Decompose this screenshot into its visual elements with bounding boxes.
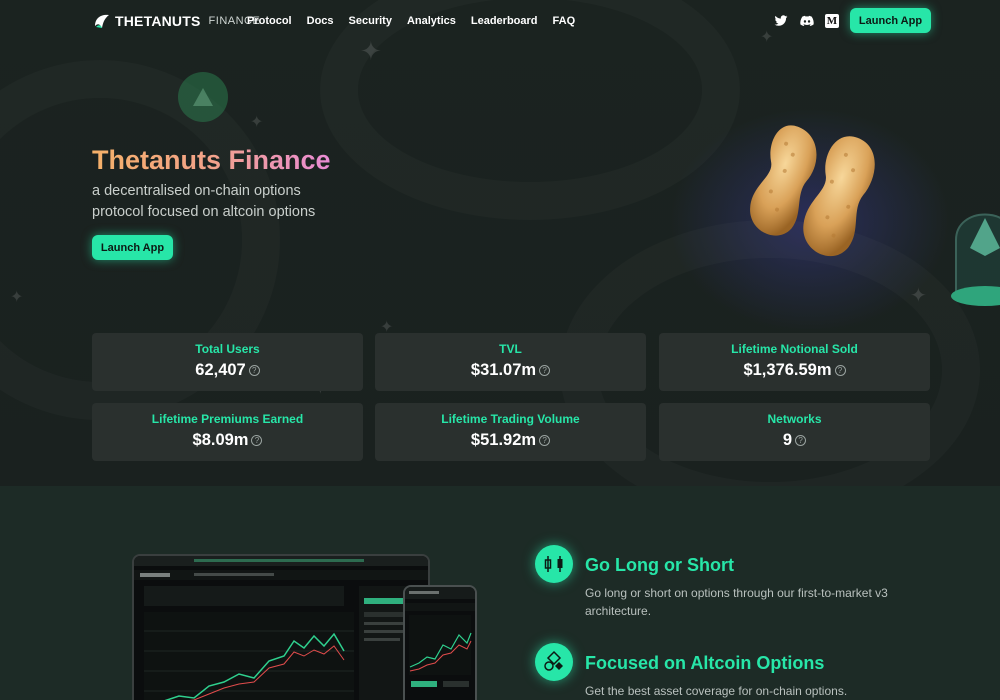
help-icon[interactable]: ? bbox=[539, 365, 551, 376]
stat-card-total-users: Total Users 62,407? bbox=[92, 333, 363, 391]
sparkle-icon: ✦ bbox=[910, 285, 927, 307]
help-icon[interactable]: ? bbox=[248, 365, 260, 376]
nav-link-protocol[interactable]: Protocol bbox=[247, 15, 292, 27]
nav-links: Protocol Docs Security Analytics Leaderb… bbox=[247, 15, 575, 27]
hero-subtitle: a decentralised on-chain options protoco… bbox=[92, 183, 316, 220]
trading-app-preview-image bbox=[134, 556, 428, 700]
stat-card-lifetime-notional-sold: Lifetime Notional Sold $1,376.59m? bbox=[659, 333, 930, 391]
brand-name: THETANUTS bbox=[115, 13, 201, 29]
nav-link-docs[interactable]: Docs bbox=[307, 15, 334, 27]
mobile-app-preview-image bbox=[405, 587, 475, 687]
stat-label: Total Users bbox=[195, 342, 260, 356]
thetanuts-logo-icon bbox=[95, 14, 109, 28]
stat-label: TVL bbox=[499, 342, 522, 356]
medium-icon[interactable]: M bbox=[825, 14, 839, 28]
stat-value-row: $1,376.59m? bbox=[659, 361, 930, 380]
candlestick-icon bbox=[535, 545, 573, 583]
stat-card-tvl: TVL $31.07m? bbox=[375, 333, 646, 391]
peanut-illustration bbox=[750, 125, 875, 257]
feature-title-altcoin: Focused on Altcoin Options bbox=[585, 653, 825, 673]
help-icon[interactable]: ? bbox=[539, 435, 551, 446]
laptop-screenshot bbox=[132, 554, 430, 700]
phone-screenshot bbox=[403, 585, 477, 700]
stat-value: $8.09m bbox=[192, 431, 249, 449]
feature-desc-long-short: Go long or short on options through our … bbox=[585, 586, 888, 618]
nav-launch-app-button[interactable]: Launch App bbox=[850, 8, 931, 33]
top-navigation: THETANUTS FINANCE Protocol Docs Security… bbox=[0, 0, 1000, 44]
stat-value-row: 9? bbox=[659, 431, 930, 450]
avalanche-coin-icon bbox=[178, 72, 228, 122]
stat-label: Lifetime Notional Sold bbox=[731, 342, 858, 356]
brand-logo[interactable]: THETANUTS FINANCE bbox=[93, 12, 260, 30]
stat-value: $31.07m bbox=[470, 361, 537, 379]
hero-launch-app-button[interactable]: Launch App bbox=[92, 235, 173, 260]
stat-card-networks: Networks 9? bbox=[659, 403, 930, 461]
stat-label: Lifetime Trading Volume bbox=[441, 412, 580, 426]
stat-value: $51.92m bbox=[470, 431, 537, 449]
nav-link-analytics[interactable]: Analytics bbox=[407, 15, 456, 27]
ethereum-dome-illustration bbox=[951, 213, 1000, 306]
stat-value-row: 62,407? bbox=[92, 361, 363, 380]
stat-value-row: $51.92m? bbox=[375, 431, 646, 450]
feature-desc-altcoin: Get the best asset coverage for on-chain… bbox=[585, 684, 848, 698]
hero-title: Thetanuts Finance bbox=[92, 145, 331, 175]
twitter-icon[interactable] bbox=[774, 14, 788, 28]
stat-label: Networks bbox=[767, 412, 822, 426]
stat-value-row: $8.09m? bbox=[92, 431, 363, 450]
help-icon[interactable]: ? bbox=[251, 435, 263, 446]
stat-card-lifetime-trading-volume: Lifetime Trading Volume $51.92m? bbox=[375, 403, 646, 461]
stat-card-lifetime-premiums-earned: Lifetime Premiums Earned $8.09m? bbox=[92, 403, 363, 461]
discord-icon[interactable] bbox=[800, 14, 814, 28]
nav-link-leaderboard[interactable]: Leaderboard bbox=[471, 15, 538, 27]
stat-value: $1,376.59m bbox=[743, 361, 832, 379]
stat-value: 62,407 bbox=[195, 361, 246, 379]
feature-title-long-short: Go Long or Short bbox=[585, 555, 734, 575]
stat-value-row: $31.07m? bbox=[375, 361, 646, 380]
stat-value: 9 bbox=[782, 431, 793, 449]
nav-link-faq[interactable]: FAQ bbox=[553, 15, 576, 27]
nav-link-security[interactable]: Security bbox=[349, 15, 392, 27]
help-icon[interactable]: ? bbox=[795, 435, 807, 446]
coins-icon bbox=[535, 643, 573, 681]
help-icon[interactable]: ? bbox=[834, 365, 846, 376]
sparkle-icon: ✦ bbox=[10, 289, 24, 306]
stat-label: Lifetime Premiums Earned bbox=[151, 412, 304, 426]
sparkle-icon: ✦ bbox=[250, 114, 264, 131]
